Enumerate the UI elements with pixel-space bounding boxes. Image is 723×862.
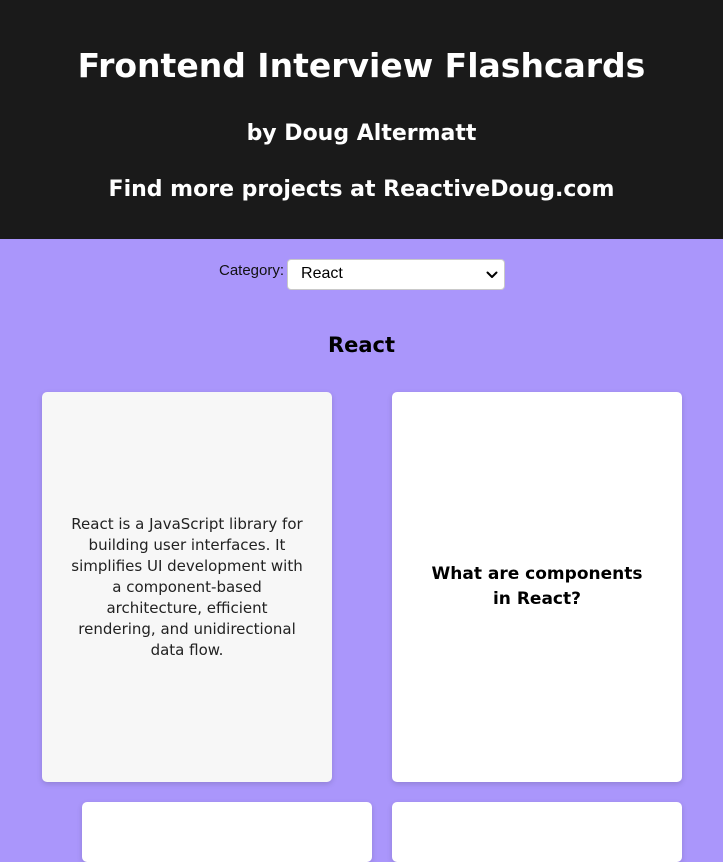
author-byline: by Doug Altermatt [246, 121, 477, 146]
flashcard-text: React is a JavaScript library for buildi… [71, 514, 303, 659]
flashcard-text: What are components in React? [431, 564, 643, 609]
chevron-down-icon [486, 271, 498, 278]
category-select[interactable]: React [287, 259, 506, 290]
category-heading: React [327, 333, 396, 357]
category-filter: Category: React [219, 259, 506, 290]
page-header: Frontend Interview Flashcards by Doug Al… [0, 0, 723, 239]
category-selected-value: React [301, 265, 343, 282]
flashcard-question[interactable] [392, 802, 682, 862]
page-title: Frontend Interview Flashcards [77, 46, 646, 85]
flashcard-question[interactable] [82, 802, 372, 862]
more-projects-text: Find more projects at ReactiveDoug.com [108, 177, 615, 202]
category-label: Category: [219, 262, 285, 279]
flashcard-answer[interactable]: React is a JavaScript library for buildi… [42, 392, 332, 782]
flashcard-question[interactable]: What are components in React? [392, 392, 682, 782]
